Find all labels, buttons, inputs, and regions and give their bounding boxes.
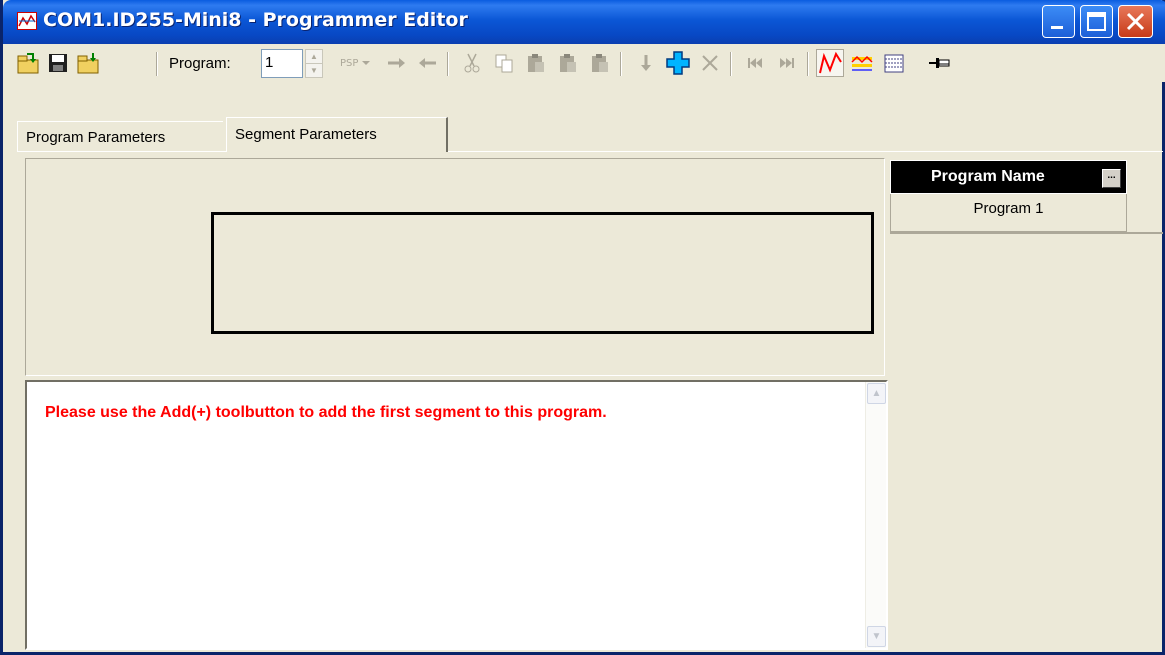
delete-icon[interactable] (696, 49, 724, 77)
segment-parameters-panel: Please use the Add(+) toolbutton to add … (25, 380, 888, 650)
toolbar: Program: 1 ▲ ▼ PSP (6, 44, 1165, 82)
program-number-input[interactable]: 1 (261, 49, 303, 78)
program-name-header: Program Name ... (890, 160, 1127, 194)
psp-dropdown-icon[interactable] (358, 49, 374, 77)
tab-divider (17, 151, 1163, 152)
paste-after-icon[interactable] (586, 49, 614, 77)
program-name-grid: Program Name ... Program 1 (890, 160, 1127, 232)
tab-segment-parameters[interactable]: Segment Parameters (226, 117, 448, 152)
segment-chart (211, 212, 874, 334)
program-label: Program: (169, 55, 231, 72)
programmer-editor-window: COM1.ID255-Mini8 - Programmer Editor Pro… (0, 0, 1165, 655)
toolbar-separator (156, 52, 158, 76)
scroll-down-button[interactable]: ▼ (867, 626, 886, 647)
paste-icon[interactable] (522, 49, 550, 77)
window-title: COM1.ID255-Mini8 - Programmer Editor (43, 9, 468, 31)
tab-program-parameters[interactable]: Program Parameters (17, 121, 223, 151)
scroll-up-button[interactable]: ▲ (867, 383, 886, 404)
table-view-icon[interactable] (880, 49, 908, 77)
save-icon[interactable] (44, 49, 72, 77)
paste-before-icon[interactable] (554, 49, 582, 77)
download-icon[interactable] (74, 49, 102, 77)
first-icon[interactable] (741, 49, 769, 77)
segment-chart-panel (25, 158, 885, 376)
open-icon[interactable] (14, 49, 42, 77)
program-view-icon[interactable] (848, 49, 876, 77)
maximize-button[interactable] (1080, 5, 1113, 38)
copy-icon[interactable] (490, 49, 518, 77)
close-button[interactable] (1118, 5, 1153, 38)
toolbar-separator (447, 52, 449, 76)
ellipsis-button[interactable]: ... (1102, 169, 1121, 188)
arrow-right-icon[interactable] (382, 49, 410, 77)
toolbar-separator (620, 52, 622, 76)
svg-text:PSP: PSP (340, 58, 358, 69)
empty-program-message: Please use the Add(+) toolbutton to add … (45, 404, 607, 421)
program-name-cell[interactable]: Program 1 (890, 194, 1127, 232)
pin-icon[interactable] (926, 49, 954, 77)
cut-icon[interactable] (458, 49, 486, 77)
trend-icon[interactable] (816, 49, 844, 77)
vertical-scrollbar[interactable]: ▲ ▼ (865, 382, 886, 648)
add-segment-icon[interactable] (664, 49, 692, 77)
program-name-header-label: Program Name (931, 168, 1045, 185)
last-icon[interactable] (773, 49, 801, 77)
app-icon (17, 12, 37, 30)
insert-down-icon[interactable] (632, 49, 660, 77)
tab-label: Program Parameters (26, 129, 166, 146)
grid-divider (890, 232, 1163, 234)
title-bar[interactable]: COM1.ID255-Mini8 - Programmer Editor (3, 0, 1165, 44)
toolbar-separator (730, 52, 732, 76)
arrow-left-icon[interactable] (414, 49, 442, 77)
tab-label: Segment Parameters (235, 126, 377, 143)
program-spinner[interactable]: ▲ ▼ (305, 49, 323, 78)
toolbar-separator (807, 52, 809, 76)
minimize-button[interactable] (1042, 5, 1075, 38)
